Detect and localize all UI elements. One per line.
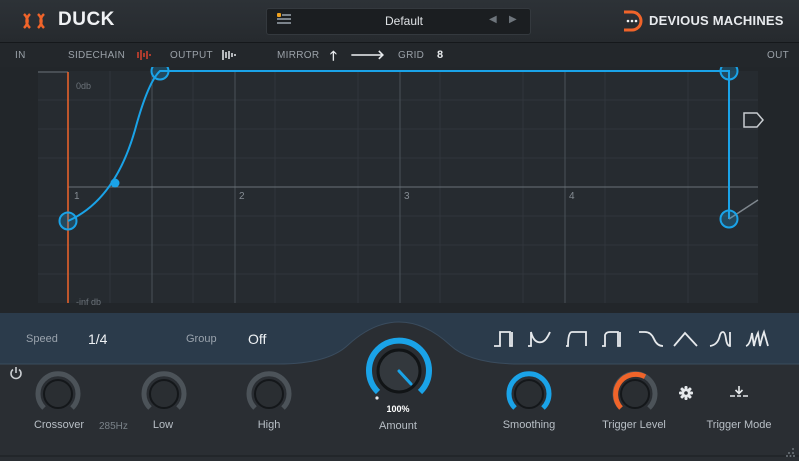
prev-preset-button[interactable]: ◀ [489,14,497,25]
low-label: Low [152,419,174,431]
shape-preset-4-icon[interactable] [600,327,628,351]
output-label: OUTPUT [170,50,213,61]
envelope-point[interactable] [719,67,739,81]
beat-label: 2 [239,191,245,202]
amount-value: 100% [386,404,410,414]
speed-label: Speed [26,333,58,345]
speed-selector[interactable]: 1/4 [88,331,107,347]
shape-preset-1-icon[interactable] [492,327,520,351]
trigger-level-label: Trigger Level [602,419,666,431]
devious-machines-logo-icon [624,10,643,32]
amount-label: Amount [379,420,417,432]
db-max-label: 0db [76,81,92,91]
beat-label: 4 [569,191,575,202]
smoothing-knob[interactable] [505,370,553,418]
mirror-horizontal-button[interactable]: 🡒 [350,47,385,63]
shape-preset-6-icon[interactable] [672,327,700,351]
high-label: High [257,419,281,431]
trigger-marker-icon[interactable] [742,111,766,129]
curve-handle[interactable] [110,178,120,188]
envelope-canvas[interactable] [0,67,799,313]
shape-preset-2-icon[interactable] [526,327,554,351]
grid-label: GRID [398,50,425,61]
crossover-knob[interactable] [34,370,82,418]
shape-preset-3-icon[interactable] [564,327,592,351]
brand-name: DEVIOUS MACHINES [649,13,784,28]
power-icon[interactable] [9,366,23,380]
db-min-label: -inf db [76,297,102,307]
shape-preset-7-icon[interactable] [708,327,736,351]
shape-preset-5-icon[interactable] [637,327,665,351]
output-waveform-icon[interactable] [221,49,239,61]
beat-label: 3 [404,191,410,202]
mirror-label: MIRROR [277,50,320,61]
grid-value[interactable]: 8 [437,49,443,61]
sidechain-label: SIDECHAIN [68,50,126,61]
envelope-point[interactable] [150,67,170,81]
smoothing-label: Smoothing [502,419,556,431]
preset-name[interactable]: Default [266,14,542,28]
resize-grip-icon[interactable] [785,447,795,457]
shape-preset-8-icon[interactable] [744,327,772,351]
envelope-point[interactable] [719,209,739,229]
sidechain-waveform-icon[interactable] [136,49,154,61]
gear-icon[interactable] [679,386,693,400]
mirror-vertical-button[interactable]: 🡑 [330,47,337,69]
crossover-label: Crossover [33,419,85,431]
output-meter-label: OUT [767,50,790,61]
low-knob[interactable] [140,370,188,418]
trigger-mode-label: Trigger Mode [706,419,772,431]
envelope-point[interactable] [58,211,78,231]
high-knob[interactable] [245,370,293,418]
group-label: Group [186,333,217,345]
amount-knob[interactable] [364,336,434,406]
input-label: IN [15,50,26,61]
app-title: DUCK [58,9,115,30]
beat-label: 1 [74,191,80,202]
duck-logo-icon [23,13,45,29]
next-preset-button[interactable]: ▶ [509,14,517,25]
group-selector[interactable]: Off [248,331,266,347]
trigger-level-knob[interactable] [611,370,659,418]
trigger-mode-icon[interactable] [729,385,749,401]
crossover-value: 285Hz [99,421,128,432]
